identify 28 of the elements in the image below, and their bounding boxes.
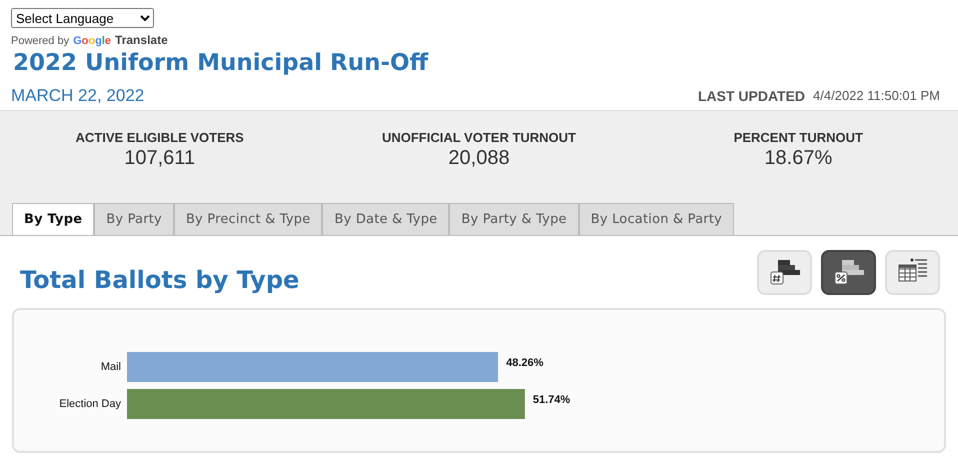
stat-value: 20,088 — [448, 147, 510, 170]
bar-label: Election Day — [58, 398, 121, 410]
value-label: 48.26% — [506, 357, 544, 369]
table-view-button[interactable] — [885, 250, 940, 294]
language-select[interactable]: Select Language — [11, 8, 154, 28]
tab[interactable]: By Party — [94, 203, 174, 235]
tab[interactable]: By Precinct & Type — [174, 203, 322, 235]
value-label: 51.74% — [532, 394, 570, 406]
google-logo: Google — [73, 35, 112, 47]
stat-value: 18.67% — [764, 147, 832, 170]
tab[interactable]: By Date & Type — [322, 203, 450, 235]
percent-view-button[interactable] — [821, 250, 876, 294]
translate-link[interactable]: Translate — [115, 33, 168, 47]
count-view-button[interactable] — [757, 250, 812, 294]
tab[interactable]: By Party & Type — [449, 203, 579, 235]
stat-label: PERCENT TURNOUT — [734, 130, 863, 145]
powered-by-text: Powered by — [11, 35, 70, 47]
tab[interactable]: By Location & Party — [578, 203, 734, 235]
last-updated-value: 4/4/2022 11:50:01 PM — [813, 88, 940, 104]
bar-label: Mail — [100, 361, 121, 373]
election-date: MARCH 22, 2022 — [11, 86, 144, 106]
stat-label: UNOFFICIAL VOTER TURNOUT — [382, 130, 576, 145]
tab[interactable]: By Type — [12, 203, 94, 235]
page-title: 2022 Uniform Municipal Run-Off — [13, 50, 430, 76]
last-updated-label: LAST UPDATED — [698, 88, 806, 104]
stat-label: ACTIVE ELIGIBLE VOTERS — [76, 130, 244, 145]
section-title: Total Ballots by Type — [20, 266, 300, 294]
stat-value: 107,611 — [124, 147, 196, 170]
